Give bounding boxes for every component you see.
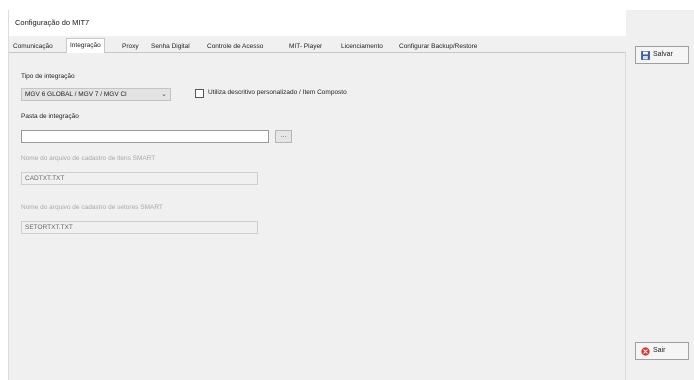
tab-integracao[interactable]: Integração: [66, 38, 105, 53]
window-title: Configuração do MIT7: [15, 18, 90, 27]
title-bar: Configuração do MIT7: [9, 10, 694, 36]
top-strip: [0, 0, 694, 10]
tipo-integracao-select[interactable]: MGV 6 GLOBAL / MGV 7 / MGV Cl ⌄: [21, 88, 171, 101]
descritivo-personalizado-checkbox[interactable]: [195, 89, 204, 98]
exit-button-label: Sair: [653, 347, 666, 354]
arquivo-setores-label: Nome do arquivo de cadastro de setores S…: [21, 204, 163, 211]
exit-button[interactable]: Sair: [635, 342, 689, 360]
tab-licenciamento[interactable]: Licenciamento: [337, 40, 387, 52]
tab-comunicacao[interactable]: Comunicação: [9, 40, 57, 52]
chevron-down-icon: ⌄: [161, 91, 167, 98]
arquivo-itens-label: Nome do arquivo de cadastro de itens SMA…: [21, 155, 156, 162]
pasta-integracao-input[interactable]: [21, 130, 269, 143]
tab-strip: Comunicação Integração Proxy Senha Digit…: [9, 38, 629, 53]
config-window: Configuração do MIT7 Comunicação Integra…: [8, 10, 694, 380]
arquivo-setores-input[interactable]: SETORTXT.TXT: [21, 221, 258, 234]
floppy-disk-icon: [641, 51, 650, 60]
tipo-integracao-value: MGV 6 GLOBAL / MGV 7 / MGV Cl: [25, 91, 127, 98]
tab-senha-digital[interactable]: Senha Digital: [147, 40, 194, 52]
arquivo-itens-input[interactable]: CADTXT.TXT: [21, 172, 258, 185]
integracao-panel: Tipo de integração MGV 6 GLOBAL / MGV 7 …: [9, 52, 626, 380]
tipo-integracao-label: Tipo de integração: [21, 73, 75, 80]
actions-pane: Salvar Sair: [626, 10, 694, 380]
save-button-label: Salvar: [653, 51, 673, 58]
pasta-integracao-label: Pasta de integração: [21, 113, 79, 120]
tab-proxy[interactable]: Proxy: [118, 40, 143, 52]
tab-configurar-backup-restore[interactable]: Configurar Backup/Restore: [395, 40, 481, 52]
tab-mit-player[interactable]: MIT- Player: [285, 40, 326, 52]
descritivo-personalizado-label: Utiliza descritivo personalizado / Item …: [208, 89, 347, 96]
tab-controle-de-acesso[interactable]: Controle de Acesso: [203, 40, 267, 52]
browse-folder-button[interactable]: ...: [275, 130, 292, 143]
close-circle-icon: [641, 347, 650, 356]
save-button[interactable]: Salvar: [635, 46, 689, 64]
